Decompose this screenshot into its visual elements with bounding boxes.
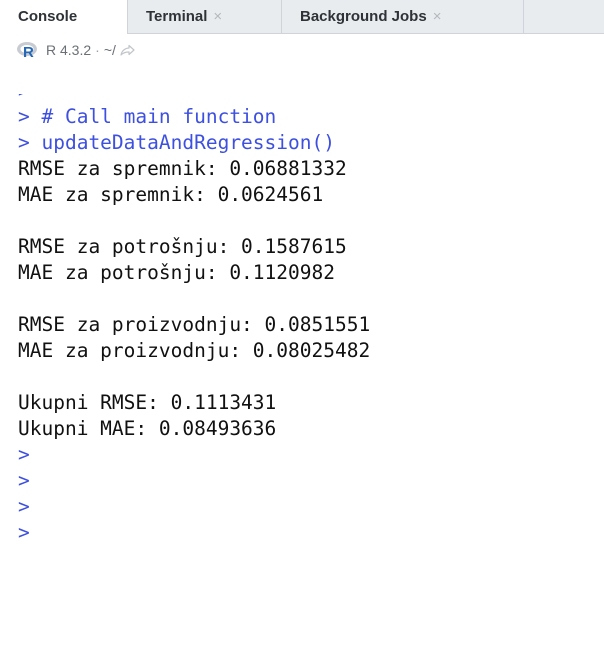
goto-directory-icon[interactable]: [119, 44, 135, 58]
separator-dot: ·: [95, 42, 100, 58]
console-output-line: Ukupni RMSE: 0.1113431: [18, 391, 277, 414]
close-icon[interactable]: ×: [213, 0, 222, 34]
console-output-line: RMSE za spremnik: 0.06881332: [18, 157, 347, 180]
working-directory-label[interactable]: ~/: [104, 42, 116, 58]
console-output-area[interactable]: > > # Call main function > updateDataAndR…: [0, 94, 604, 655]
console-output-line: RMSE za potrošnju: 0.1587615: [18, 235, 347, 258]
console-output-line: RMSE za proizvodnju: 0.0851551: [18, 313, 371, 336]
console-output-line: Ukupni MAE: 0.08493636: [18, 417, 277, 440]
console-input-line: >: [18, 521, 30, 544]
r-version-label: R 4.3.2: [46, 42, 92, 58]
close-icon[interactable]: ×: [433, 0, 442, 34]
tab-background-jobs-label: Background Jobs: [300, 8, 427, 25]
console-input-line: >: [18, 469, 30, 492]
console-input-line: >: [18, 495, 30, 518]
console-output-line: MAE za proizvodnju: 0.08025482: [18, 339, 371, 362]
rstudio-console-pane: Console Terminal × Background Jobs × R R 4…: [0, 0, 604, 655]
console-input-line: >: [18, 443, 30, 466]
console-input-line: > updateDataAndRegression(): [18, 131, 335, 154]
tab-terminal-label: Terminal: [146, 8, 208, 25]
tab-terminal[interactable]: Terminal ×: [128, 0, 282, 34]
console-input-line: > # Call main function: [18, 105, 277, 128]
tab-console[interactable]: Console: [0, 0, 128, 35]
partial-prompt-line: >: [18, 94, 30, 104]
console-info-bar: R R 4.3.2 · ~/: [0, 34, 604, 94]
tab-background-jobs[interactable]: Background Jobs ×: [282, 0, 524, 34]
svg-text:R: R: [23, 44, 34, 60]
console-header: R 4.3.2 · ~/: [46, 40, 135, 60]
console-output-line: MAE za spremnik: 0.0624561: [18, 183, 324, 206]
tab-console-label: Console: [18, 8, 78, 25]
pane-tab-bar: Console Terminal × Background Jobs ×: [0, 0, 604, 35]
r-logo-icon: R: [17, 42, 37, 60]
console-output-line: MAE za potrošnju: 0.1120982: [18, 261, 335, 284]
